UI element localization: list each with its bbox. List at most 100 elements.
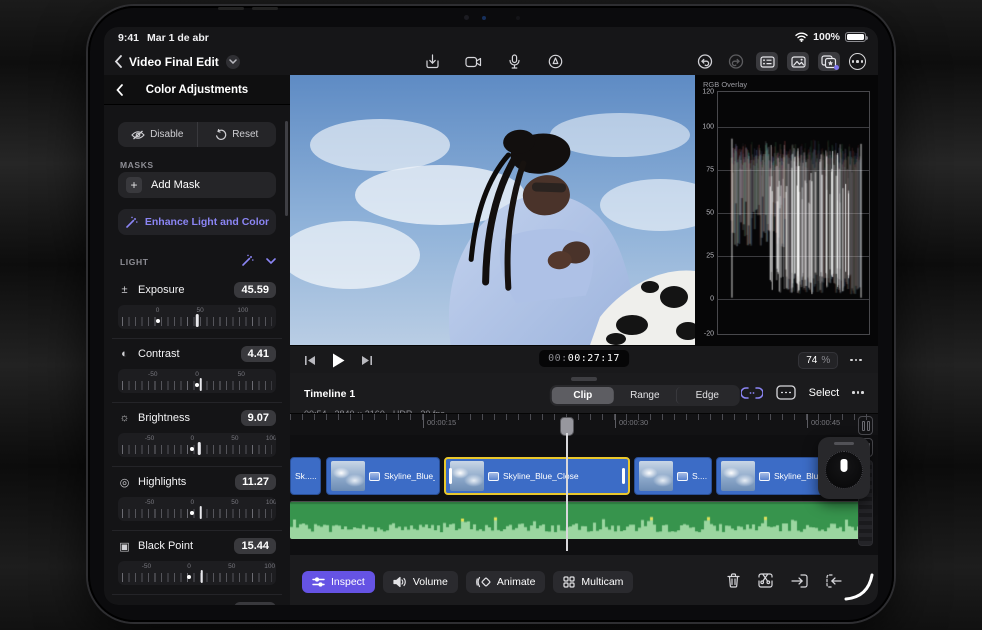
preview-video-frame[interactable] <box>290 75 695 345</box>
scope-y-tick: 25 <box>706 252 714 260</box>
masks-section-label: MASKS <box>120 160 154 170</box>
trim-handle-right[interactable] <box>622 468 625 484</box>
rgb-overlay-scope: RGB Overlay 120 100 75 50 25 0 -20 <box>695 75 878 345</box>
color-adjustments-panel: Color Adjustments Disable Reset MASKS + … <box>104 75 290 605</box>
slider-track[interactable]: -50 0 50 100 <box>118 561 276 585</box>
slider-value[interactable]: 11.27 <box>235 474 276 490</box>
previous-frame-button[interactable] <box>304 355 316 366</box>
select-button[interactable]: Select <box>809 387 840 399</box>
black-point-icon: ▣ <box>119 540 130 553</box>
keyframe-icon <box>476 576 491 588</box>
audio-track-clip[interactable] <box>290 501 868 539</box>
reset-button[interactable]: Reset <box>196 122 277 147</box>
slider-value[interactable]: 15.44 <box>234 538 276 554</box>
scope-y-tick: 100 <box>702 123 714 131</box>
scope-y-tick: 120 <box>702 88 714 96</box>
disable-reset-group: Disable Reset <box>118 122 276 147</box>
timeline-drag-handle[interactable] <box>571 377 597 381</box>
voiceover-mic-icon[interactable] <box>504 52 526 71</box>
project-title[interactable]: Video Final Edit <box>129 55 219 69</box>
insert-icon[interactable] <box>791 573 808 588</box>
timeline-clip[interactable]: Skyline_Blue_Wide <box>326 457 440 495</box>
split-clip-icon[interactable] <box>757 573 774 588</box>
undo-icon[interactable] <box>694 52 716 71</box>
light-sliders-list: ± Exposure 45.59 0 50 100 ◐ Contrast 4.41 … <box>112 275 282 605</box>
auto-enhance-icon[interactable] <box>241 254 254 267</box>
timeline-more-icon[interactable] <box>852 391 864 394</box>
collapse-chevron-icon[interactable] <box>266 257 276 264</box>
slider-black-point: ▣ Black Point 15.44 -50 0 50 100 <box>112 530 282 594</box>
slider-value[interactable]: 45.59 <box>234 282 276 298</box>
contrast-icon: ◐ <box>121 348 128 360</box>
audio-waveform <box>290 502 868 539</box>
inspect-button[interactable]: Inspect <box>302 571 375 593</box>
battery-percent: 100% <box>813 31 840 43</box>
volume-button-tool[interactable]: Volume <box>382 571 458 593</box>
back-chevron-icon[interactable] <box>114 55 122 68</box>
slider-track[interactable]: 0 50 100 <box>118 305 276 329</box>
more-icon[interactable] <box>849 53 866 70</box>
jog-drag-handle[interactable] <box>834 442 854 445</box>
slider-track[interactable]: -50 0 50 100 <box>118 433 276 457</box>
disable-button[interactable]: Disable <box>118 122 197 147</box>
project-menu-chevron-icon[interactable] <box>225 54 240 69</box>
timeline-clip[interactable]: Sk...... <box>290 457 321 495</box>
slider-name: Exposure <box>138 284 185 296</box>
clip-thumbnail <box>639 461 673 491</box>
brightness-icon: ☼ <box>119 412 130 424</box>
timeline-panel: Timeline 1 00:54 · 3840 × 2160 · HDR · 3… <box>290 373 878 605</box>
slider-value[interactable]: 4.41 <box>240 346 276 362</box>
record-video-icon[interactable] <box>463 52 485 71</box>
panel-back-chevron-icon[interactable] <box>116 83 123 96</box>
import-media-icon[interactable] <box>422 52 444 71</box>
timeline-mode-edge[interactable]: Edge <box>675 387 738 404</box>
next-frame-button[interactable] <box>361 355 373 366</box>
slider-value[interactable]: 9.07 <box>240 410 276 426</box>
slider-shadows: ◍ Shadows 15.31 -50050100 <box>112 594 282 605</box>
slider-track[interactable]: -50 0 50 100 <box>118 497 276 521</box>
jog-wheel[interactable] <box>825 451 863 489</box>
clip-connect-icon[interactable] <box>740 386 763 400</box>
viewer-more-icon[interactable] <box>850 358 862 362</box>
clip-overview-icon[interactable] <box>775 385 796 400</box>
trash-icon[interactable] <box>727 573 740 588</box>
clock: 9:41 <box>118 32 140 44</box>
timeline-clip[interactable]: S...... <box>634 457 712 495</box>
animate-button[interactable]: Animate <box>465 571 546 593</box>
scope-y-tick: 75 <box>706 166 714 174</box>
image-icon <box>369 471 380 481</box>
clip-appearance-button[interactable] <box>858 416 873 435</box>
play-button[interactable] <box>332 353 345 368</box>
transport-bar: 00:00:27:17 74% <box>290 345 878 373</box>
redo-icon[interactable] <box>725 52 747 71</box>
timeline-clip[interactable]: Skyline_Blue_Close <box>444 457 630 495</box>
image-icon <box>488 471 499 481</box>
timeline-mode-range[interactable]: Range <box>614 387 676 404</box>
jog-wheel-panel[interactable] <box>818 437 870 499</box>
browser-panel-icon[interactable] <box>756 52 778 71</box>
multicam-button[interactable]: Multicam <box>553 571 634 593</box>
scope-y-tick: 0 <box>710 295 714 303</box>
effects-icon[interactable] <box>818 52 840 71</box>
corner-gesture-indicator[interactable] <box>844 571 874 601</box>
magic-wand-icon <box>126 216 138 228</box>
overwrite-icon[interactable] <box>825 573 842 588</box>
timecode-display[interactable]: 00:00:27:17 <box>539 350 629 367</box>
timeline-name: Timeline 1 <box>304 388 356 400</box>
pencil-tools-icon[interactable] <box>545 52 567 71</box>
timeline-ruler[interactable]: 00:00:15 00:00:30 00:00:45 <box>290 413 878 435</box>
slider-track[interactable]: -50 0 50 <box>118 369 276 393</box>
trim-handle-left[interactable] <box>449 468 452 484</box>
media-library-icon[interactable] <box>787 52 809 71</box>
scope-plot: 120 100 75 50 25 0 -20 <box>702 89 870 338</box>
light-section-header[interactable]: LIGHT <box>104 254 290 270</box>
highlights-icon: ◎ <box>119 476 130 489</box>
scope-waveform <box>718 92 869 334</box>
add-mask-button[interactable]: + Add Mask <box>118 172 276 198</box>
panel-scrollbar[interactable] <box>285 121 288 216</box>
ipad-device-frame: 9:41 Mar 1 de abr 100% Video Final Edit <box>88 6 894 622</box>
slider-value[interactable]: 15.31 <box>234 602 276 605</box>
enhance-light-color-button[interactable]: Enhance Light and Color <box>118 209 276 235</box>
timeline-mode-clip[interactable]: Clip <box>551 387 614 404</box>
viewer-zoom-button[interactable]: 74% <box>798 351 839 369</box>
